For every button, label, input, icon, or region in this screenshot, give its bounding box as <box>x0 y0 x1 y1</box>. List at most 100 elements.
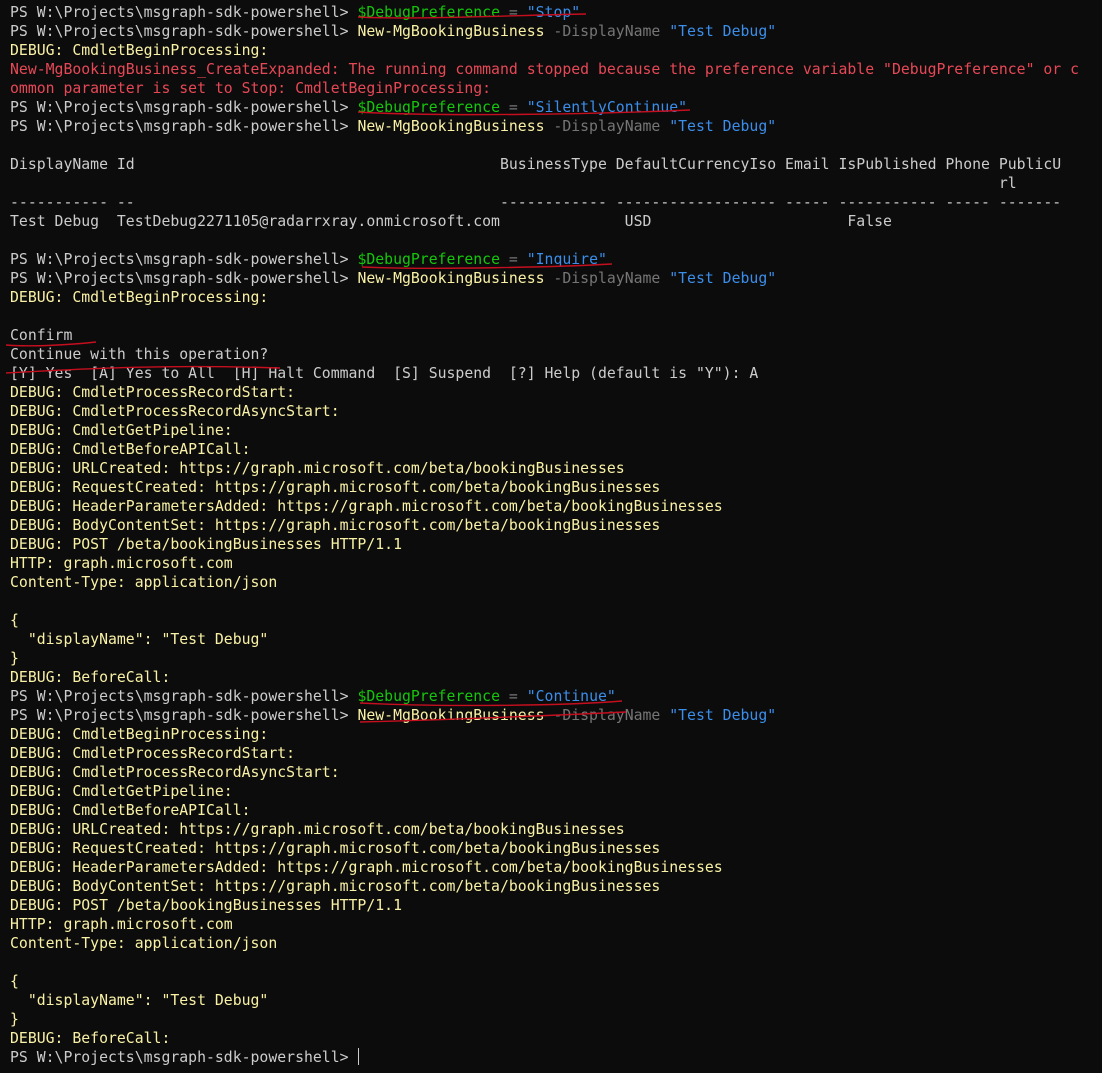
terminal-text-debug: "displayName": "Test Debug" <box>10 631 269 648</box>
terminal-text-debug: DEBUG: POST /beta/bookingBusinesses HTTP… <box>10 536 402 553</box>
terminal-text-param: -DisplayName <box>544 118 661 135</box>
terminal-text-plain: Continue with this operation? <box>10 346 269 363</box>
terminal-text-cmd: New-MgBookingBusiness <box>357 707 545 724</box>
terminal-text-param: -DisplayName <box>544 23 661 40</box>
terminal-line: "displayName": "Test Debug" <box>10 991 1102 1010</box>
terminal-text-debug: DEBUG: URLCreated: https://graph.microso… <box>10 821 625 838</box>
terminal-text-prompt: PS W:\Projects\msgraph-sdk-powershell> <box>10 1049 358 1066</box>
terminal-text-plain: Test Debug TestDebug2271105@radarrxray.o… <box>10 213 892 230</box>
terminal-line: DEBUG: RequestCreated: https://graph.mic… <box>10 839 1102 858</box>
terminal-text-debug: DEBUG: CmdletBeforeAPICall: <box>10 441 251 458</box>
terminal-text-debug: HTTP: graph.microsoft.com <box>10 916 233 933</box>
terminal-line: PS W:\Projects\msgraph-sdk-powershell> N… <box>10 22 1102 41</box>
terminal-text-debug: } <box>10 1011 19 1028</box>
terminal-text-prompt: PS W:\Projects\msgraph-sdk-powershell> <box>10 251 358 268</box>
terminal-line: } <box>10 649 1102 668</box>
terminal-line: PS W:\Projects\msgraph-sdk-powershell> <box>10 1048 1102 1067</box>
terminal-line: HTTP: graph.microsoft.com <box>10 554 1102 573</box>
terminal-text-debug: DEBUG: CmdletProcessRecordStart: <box>10 384 296 401</box>
terminal-text-plain: [Y] Yes [A] Yes to All [H] Halt Command … <box>10 365 759 382</box>
terminal-text-var: $DebugPreference <box>357 688 500 705</box>
terminal-text-debug: DEBUG: BodyContentSet: https://graph.mic… <box>10 878 661 895</box>
terminal-line: } <box>10 1010 1102 1029</box>
terminal-text-plain: ----------- -- ------------ ------------… <box>10 194 1062 211</box>
terminal-line: DEBUG: CmdletProcessRecordStart: <box>10 383 1102 402</box>
terminal-text-str: "Test Debug" <box>660 118 777 135</box>
terminal-text-prompt: PS W:\Projects\msgraph-sdk-powershell> <box>10 118 358 135</box>
terminal-text-op: = <box>499 251 527 268</box>
terminal-line: DEBUG: HeaderParametersAdded: https://gr… <box>10 497 1102 516</box>
terminal-text-param: -DisplayName <box>544 707 661 724</box>
terminal-text-error: New-MgBookingBusiness_CreateExpanded: Th… <box>10 61 1080 78</box>
text-cursor <box>358 1048 360 1065</box>
terminal-line: DEBUG: CmdletProcessRecordStart: <box>10 744 1102 763</box>
terminal-text-debug: DEBUG: BodyContentSet: https://graph.mic… <box>10 517 661 534</box>
terminal-text-op: = <box>499 4 527 21</box>
terminal-text-param: -DisplayName <box>544 270 661 287</box>
terminal-line: DEBUG: CmdletBeforeAPICall: <box>10 440 1102 459</box>
terminal-text-debug: DEBUG: BeforeCall: <box>10 669 171 686</box>
terminal-text-debug: DEBUG: CmdletProcessRecordAsyncStart: <box>10 764 340 781</box>
terminal-line: DEBUG: BeforeCall: <box>10 668 1102 687</box>
terminal-text-error: ommon parameter is set to Stop: CmdletBe… <box>10 80 492 97</box>
terminal-text-var: $DebugPreference <box>357 4 500 21</box>
terminal-line: PS W:\Projects\msgraph-sdk-powershell> $… <box>10 3 1102 22</box>
terminal-line: PS W:\Projects\msgraph-sdk-powershell> $… <box>10 250 1102 269</box>
terminal-line: DEBUG: RequestCreated: https://graph.mic… <box>10 478 1102 497</box>
terminal-line: PS W:\Projects\msgraph-sdk-powershell> N… <box>10 117 1102 136</box>
terminal-text-debug: DEBUG: HeaderParametersAdded: https://gr… <box>10 498 723 515</box>
terminal-text-debug: DEBUG: URLCreated: https://graph.microso… <box>10 460 625 477</box>
terminal-text-debug: DEBUG: CmdletGetPipeline: <box>10 422 233 439</box>
terminal-text-str: "Test Debug" <box>660 270 777 287</box>
terminal-text-plain: Confirm <box>10 327 73 344</box>
terminal-line: DEBUG: CmdletProcessRecordAsyncStart: <box>10 402 1102 421</box>
terminal-line: DisplayName Id BusinessType DefaultCurre… <box>10 155 1102 174</box>
terminal-text-cmd: New-MgBookingBusiness <box>357 23 545 40</box>
terminal-text-plain: rl <box>10 175 1017 192</box>
terminal-line: DEBUG: CmdletBeginProcessing: <box>10 41 1102 60</box>
terminal-line: DEBUG: CmdletBeginProcessing: <box>10 288 1102 307</box>
terminal-line: Content-Type: application/json <box>10 573 1102 592</box>
terminal-line: DEBUG: BeforeCall: <box>10 1029 1102 1048</box>
terminal-text-debug: } <box>10 650 19 667</box>
terminal-text-str: "Test Debug" <box>660 23 777 40</box>
terminal-line: Test Debug TestDebug2271105@radarrxray.o… <box>10 212 1102 231</box>
terminal-line: PS W:\Projects\msgraph-sdk-powershell> N… <box>10 269 1102 288</box>
terminal-text-op: = <box>499 688 527 705</box>
terminal-text-str: "Stop" <box>526 4 581 21</box>
terminal-text-prompt: PS W:\Projects\msgraph-sdk-powershell> <box>10 4 358 21</box>
terminal-line: DEBUG: CmdletGetPipeline: <box>10 782 1102 801</box>
terminal-text-str: "Inquire" <box>526 251 607 268</box>
terminal-text-prompt: PS W:\Projects\msgraph-sdk-powershell> <box>10 99 358 116</box>
terminal-text-debug: DEBUG: CmdletBeforeAPICall: <box>10 802 251 819</box>
terminal-text-debug: DEBUG: CmdletBeginProcessing: <box>10 726 269 743</box>
terminal-text-debug: DEBUG: CmdletGetPipeline: <box>10 783 233 800</box>
terminal-text-debug: DEBUG: RequestCreated: https://graph.mic… <box>10 479 661 496</box>
powershell-terminal[interactable]: PS W:\Projects\msgraph-sdk-powershell> $… <box>0 0 1102 1073</box>
terminal-line: ommon parameter is set to Stop: CmdletBe… <box>10 79 1102 98</box>
terminal-text-debug: "displayName": "Test Debug" <box>10 992 269 1009</box>
terminal-line: Content-Type: application/json <box>10 934 1102 953</box>
terminal-line: DEBUG: CmdletBeginProcessing: <box>10 725 1102 744</box>
terminal-text-debug: DEBUG: BeforeCall: <box>10 1030 171 1047</box>
terminal-text-debug: DEBUG: HeaderParametersAdded: https://gr… <box>10 859 723 876</box>
terminal-line: DEBUG: POST /beta/bookingBusinesses HTTP… <box>10 535 1102 554</box>
terminal-text-prompt: PS W:\Projects\msgraph-sdk-powershell> <box>10 688 358 705</box>
terminal-line: PS W:\Projects\msgraph-sdk-powershell> $… <box>10 98 1102 117</box>
terminal-text-debug: HTTP: graph.microsoft.com <box>10 555 233 572</box>
terminal-line: ----------- -- ------------ ------------… <box>10 193 1102 212</box>
terminal-text-debug: Content-Type: application/json <box>10 935 278 952</box>
terminal-text-plain: DisplayName Id BusinessType DefaultCurre… <box>10 156 1062 173</box>
terminal-line: DEBUG: BodyContentSet: https://graph.mic… <box>10 877 1102 896</box>
terminal-line: Confirm <box>10 326 1102 345</box>
terminal-text-debug: DEBUG: RequestCreated: https://graph.mic… <box>10 840 661 857</box>
terminal-text-prompt: PS W:\Projects\msgraph-sdk-powershell> <box>10 23 358 40</box>
terminal-text-cmd: New-MgBookingBusiness <box>357 270 545 287</box>
terminal-text-debug: DEBUG: CmdletProcessRecordAsyncStart: <box>10 403 340 420</box>
terminal-line: HTTP: graph.microsoft.com <box>10 915 1102 934</box>
terminal-line: DEBUG: BodyContentSet: https://graph.mic… <box>10 516 1102 535</box>
terminal-text-var: $DebugPreference <box>357 99 500 116</box>
